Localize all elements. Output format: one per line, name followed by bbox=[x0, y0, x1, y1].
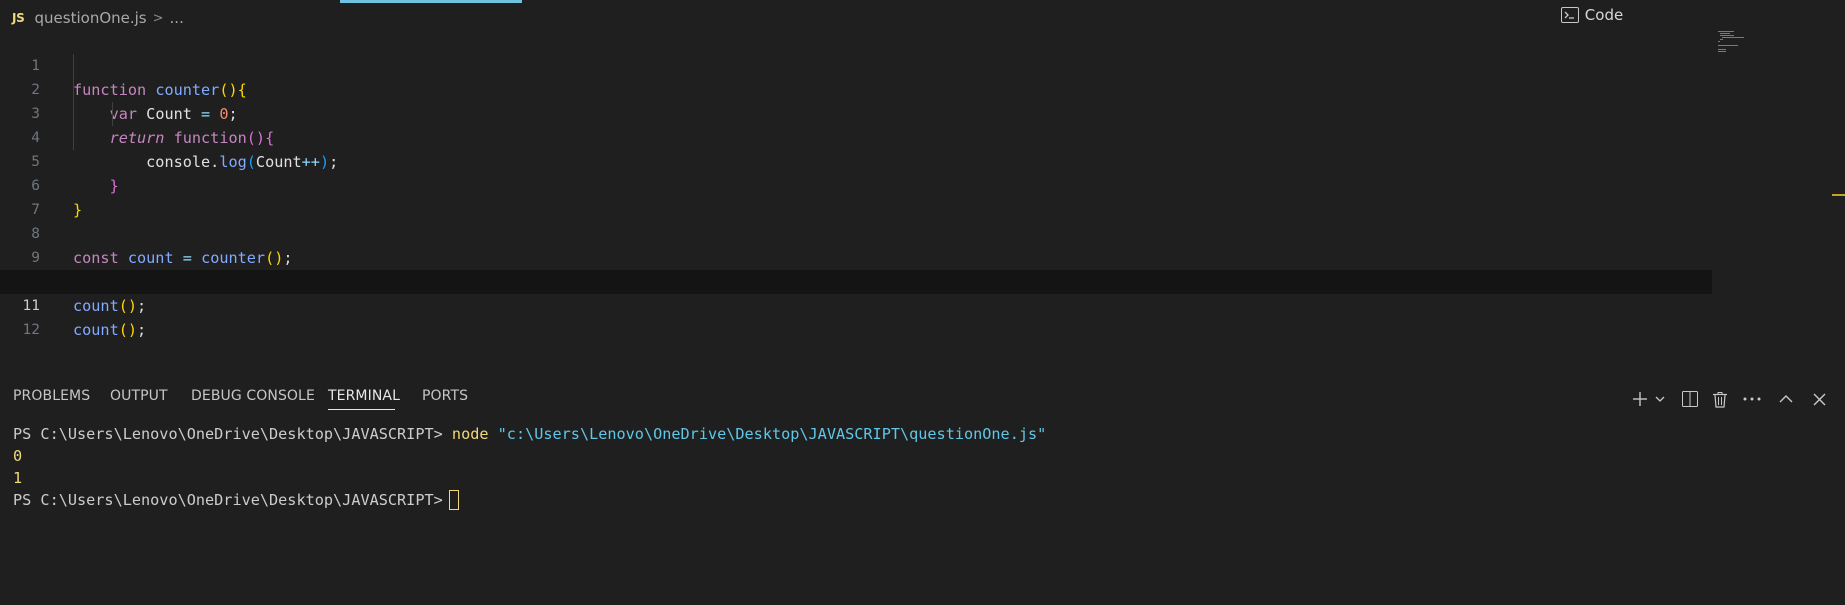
code-line: 9 bbox=[0, 222, 1712, 266]
javascript-file-icon: JS bbox=[12, 11, 25, 25]
code-line: 3 return function(){ bbox=[0, 78, 1712, 147]
breadcrumb-filename[interactable]: questionOne.js bbox=[35, 9, 147, 27]
tab-debug-console[interactable]: DEBUG CONSOLE bbox=[191, 388, 315, 404]
terminal-command: node bbox=[451, 425, 489, 443]
active-editor-tab-indicator bbox=[340, 0, 522, 3]
code-line: 12 bbox=[0, 294, 1712, 338]
line-number: 12 bbox=[22, 322, 40, 338]
overview-ruler-marker bbox=[1832, 194, 1845, 196]
terminal-output-line: 1 bbox=[13, 469, 23, 487]
code-line: 1 function counter(){ bbox=[0, 30, 1712, 99]
code-line: 7 bbox=[0, 174, 1712, 218]
code-editor[interactable]: 1 function counter(){ 2 var Count = 0; 3… bbox=[0, 30, 1845, 339]
tab-output[interactable]: OUTPUT bbox=[110, 388, 168, 404]
breadcrumb: JS questionOne.js > ... bbox=[12, 8, 184, 28]
tab-ports[interactable]: PORTS bbox=[422, 388, 468, 404]
split-terminal-icon[interactable] bbox=[1678, 384, 1702, 414]
maximize-panel-icon[interactable] bbox=[1774, 384, 1798, 414]
tab-terminal[interactable]: TERMINAL bbox=[328, 388, 400, 404]
code-line: 8 const count = counter(); bbox=[0, 198, 1712, 267]
code-line: 4 console.log(Count++); bbox=[0, 102, 1712, 171]
active-tab-underline bbox=[328, 409, 395, 410]
code-line: 2 var Count = 0; bbox=[0, 54, 1712, 123]
new-terminal-plus-icon[interactable] bbox=[1629, 384, 1651, 414]
tab-problems[interactable]: PROBLEMS bbox=[13, 388, 90, 404]
terminal-icon bbox=[1560, 7, 1579, 23]
more-actions-icon[interactable] bbox=[1740, 384, 1764, 414]
terminal-output-line: 0 bbox=[13, 447, 23, 465]
terminal-profile-label: Code bbox=[1584, 6, 1624, 24]
chevron-down-icon[interactable] bbox=[1651, 384, 1669, 414]
trash-icon[interactable] bbox=[1708, 384, 1732, 414]
terminal-line: PS C:\Users\Lenovo\OneDrive\Desktop\JAVA… bbox=[13, 423, 1046, 445]
code-line: 6 } bbox=[0, 150, 1712, 219]
terminal-line: PS C:\Users\Lenovo\OneDrive\Desktop\JAVA… bbox=[13, 489, 459, 511]
terminal-profile-button[interactable]: Code bbox=[1560, 0, 1624, 30]
token-function-name: count bbox=[73, 321, 119, 339]
terminal-cursor bbox=[448, 489, 459, 510]
code-line: 5 } bbox=[0, 126, 1712, 195]
chevron-right-icon: > bbox=[152, 10, 164, 26]
panel-tab-bar: PROBLEMS OUTPUT DEBUG CONSOLE TERMINAL P… bbox=[0, 384, 1845, 414]
terminal-argument: "c:\Users\Lenovo\OneDrive\Desktop\JAVASC… bbox=[497, 425, 1047, 443]
code-line: 10 count(); bbox=[0, 246, 1712, 315]
code-line-current: 11 count(); bbox=[0, 270, 1712, 339]
indent-guide bbox=[112, 102, 113, 126]
token-paren: () bbox=[118, 321, 138, 339]
token-semicolon: ; bbox=[137, 321, 147, 339]
terminal-prompt: PS C:\Users\Lenovo\OneDrive\Desktop\JAVA… bbox=[13, 491, 443, 509]
minimap[interactable] bbox=[1716, 30, 1750, 54]
close-panel-icon[interactable] bbox=[1807, 384, 1831, 414]
indent-guide bbox=[73, 54, 74, 150]
breadcrumb-more[interactable]: ... bbox=[170, 9, 184, 27]
terminal-prompt: PS C:\Users\Lenovo\OneDrive\Desktop\JAVA… bbox=[13, 425, 443, 443]
